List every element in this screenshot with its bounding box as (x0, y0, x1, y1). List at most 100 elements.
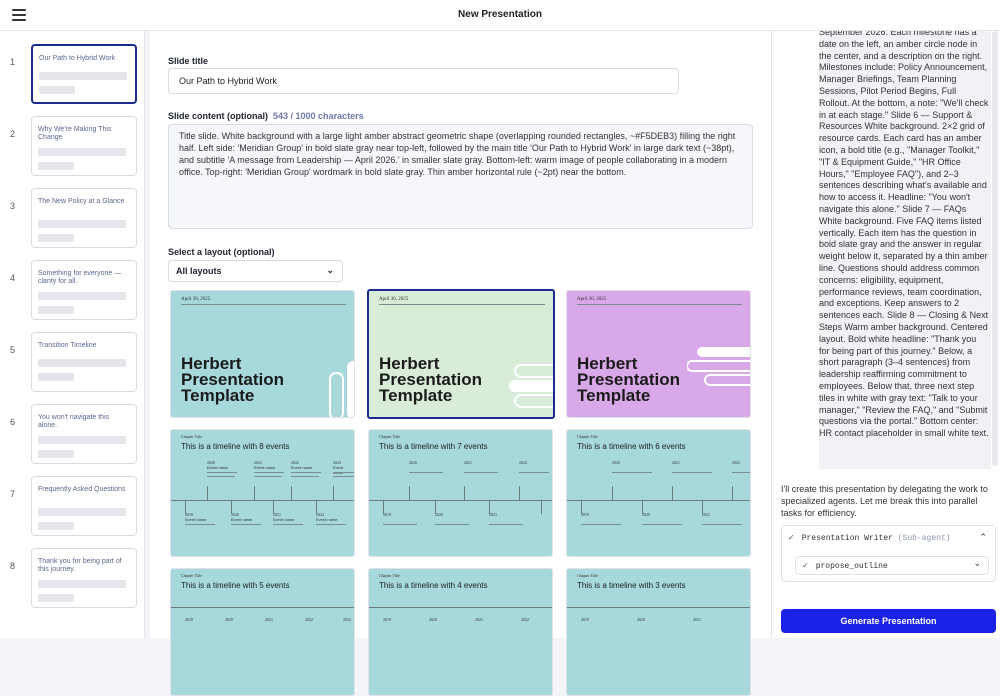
card-title: This is a timeline with 5 events (181, 581, 290, 590)
layout-card-title-3[interactable]: April 30, 2025 Herbert Presentation Temp… (566, 290, 751, 418)
card-chapter: Chapter Title (577, 573, 599, 578)
event-label: Event name (185, 517, 207, 522)
agent-tag: (Sub-agent) (897, 534, 951, 543)
event-label: Event name (207, 465, 229, 470)
event-label: Event name (254, 465, 276, 470)
user-message-bubble: September 2026. Each milestone has a dat… (819, 31, 991, 469)
year-label: 2020 (409, 460, 417, 465)
slide-content-label: Slide content (optional) 543 / 1000 char… (168, 111, 364, 121)
layout-select[interactable]: All layouts ⌄ (168, 260, 343, 282)
year-label: 2019 (185, 617, 193, 622)
card-title: Herbert Presentation Template (181, 354, 284, 405)
slide-number: 1 (10, 57, 16, 67)
slide-thumb-5[interactable]: 5 Transition Timeline (10, 332, 140, 392)
layout-card-title-2[interactable]: April 30, 2025 Herbert Presentation Temp… (367, 289, 555, 419)
deco-shape-icon (329, 361, 354, 417)
layout-card-timeline-5[interactable]: Chapter Title This is a timeline with 5 … (170, 568, 355, 696)
slide-content-textarea[interactable]: Title slide. White background with a lar… (168, 124, 753, 229)
assistant-message: I'll create this presentation by delegat… (781, 484, 988, 518)
agent-name: Presentation Writer (801, 534, 893, 543)
card-chapter: Chapter Title (181, 434, 203, 439)
slide-card[interactable]: Thank you for being part of this journey… (31, 548, 137, 608)
slide-card[interactable]: You won't navigate this alone. (31, 404, 137, 464)
year-label: 2021 (693, 617, 701, 622)
slide-number: 6 (10, 417, 16, 427)
content-label-text: Slide content (optional) (168, 111, 268, 121)
slide-thumb-title: Why We're Making This Change (38, 126, 112, 141)
event-label: Event name (273, 517, 295, 522)
card-date: April 30, 2025 (181, 297, 211, 302)
card-title: This is a timeline with 8 events (181, 442, 290, 451)
card-chapter: Chapter Title (379, 434, 401, 439)
slide-thumb-1[interactable]: 1 Our Path to Hybrid Work (10, 44, 140, 104)
card-title: This is a timeline with 7 events (379, 442, 488, 451)
layout-card-timeline-3[interactable]: Chapter Title This is a timeline with 3 … (566, 568, 751, 696)
chat-scrollbar[interactable] (992, 31, 998, 466)
deco-shape-icon (509, 364, 553, 408)
agent-card: ✓ Presentation Writer (Sub-agent) ⌃ ✓ prop… (781, 525, 996, 582)
slide-card[interactable]: Transition Timeline (31, 332, 137, 392)
chevron-down-icon: ⌄ (326, 265, 334, 275)
slide-thumb-title: Our Path to Hybrid Work (39, 55, 116, 62)
year-label: 2019 (581, 512, 589, 517)
slide-thumb-title: You won't navigate this alone. (38, 414, 110, 429)
year-label: 2021 (475, 617, 483, 622)
year-label: 2023 (343, 617, 351, 622)
slide-card[interactable]: Something for everyone — clarity for all… (31, 260, 137, 320)
slide-thumb-title: Frequently Asked Questions (38, 486, 126, 493)
slide-card[interactable]: Frequently Asked Questions (31, 476, 137, 536)
layout-card-timeline-7[interactable]: Chapter Title This is a timeline with 7 … (368, 429, 553, 557)
slide-thumb-3[interactable]: 3 The New Policy at a Glance (10, 188, 140, 248)
layout-label: Select a layout (optional) (168, 247, 275, 257)
layout-card-timeline-6[interactable]: Chapter Title This is a timeline with 6 … (566, 429, 751, 557)
slide-number: 7 (10, 489, 16, 499)
year-label: 2022 (732, 460, 740, 465)
deco-shape-icon (687, 347, 750, 386)
layout-select-value: All layouts (176, 266, 222, 276)
year-label: 2020 (637, 617, 645, 622)
slide-card[interactable]: Our Path to Hybrid Work (31, 44, 137, 104)
year-label: 2021 (702, 512, 710, 517)
year-label: 2020 (225, 617, 233, 622)
year-label: 2021 (265, 617, 273, 622)
layout-card-timeline-8[interactable]: Chapter Title This is a timeline with 8 … (170, 429, 355, 557)
year-label: 2020 (612, 460, 620, 465)
slide-thumb-2[interactable]: 2 Why We're Making This Change (10, 116, 140, 176)
card-title: This is a timeline with 4 events (379, 581, 488, 590)
layout-card-title-1[interactable]: April 30, 2025 Herbert Presentation Temp… (170, 290, 355, 418)
event-label: Event name (291, 465, 313, 470)
slide-card[interactable]: The New Policy at a Glance (31, 188, 137, 248)
slide-thumb-title: Something for everyone — clarity for all… (38, 270, 122, 285)
slide-thumb-title: Thank you for being part of this journey… (38, 558, 122, 573)
tool-call-row[interactable]: ✓ propose_outline ⌄ (795, 556, 989, 575)
chevron-up-icon[interactable]: ⌃ (979, 532, 987, 543)
slide-thumb-title: The New Policy at a Glance (38, 198, 125, 205)
user-message-text: September 2026. Each milestone has a dat… (819, 31, 989, 439)
generate-presentation-button[interactable]: Generate Presentation (781, 609, 996, 633)
check-icon: ✓ (802, 562, 809, 571)
slide-thumb-7[interactable]: 7 Frequently Asked Questions (10, 476, 140, 536)
year-label: 2020 (435, 512, 443, 517)
slide-number: 8 (10, 561, 16, 571)
year-label: 2019 (383, 617, 391, 622)
layout-card-timeline-4[interactable]: Chapter Title This is a timeline with 4 … (368, 568, 553, 696)
slide-number: 3 (10, 201, 16, 211)
slide-thumb-4[interactable]: 4 Something for everyone — clarity for al… (10, 260, 140, 320)
tool-name: propose_outline (815, 562, 888, 571)
slide-card[interactable]: Why We're Making This Change (31, 116, 137, 176)
slide-number: 2 (10, 129, 16, 139)
slide-thumb-8[interactable]: 8 Thank you for being part of this journe… (10, 548, 140, 608)
slide-number: 5 (10, 345, 16, 355)
card-title: This is a timeline with 6 events (577, 442, 686, 451)
year-label: 2021 (464, 460, 472, 465)
year-label: 2019 (581, 617, 589, 622)
event-label: Event name (316, 517, 338, 522)
slide-title-input[interactable]: Our Path to Hybrid Work (168, 68, 679, 94)
slide-number: 4 (10, 273, 16, 283)
agent-row[interactable]: ✓ Presentation Writer (Sub-agent) (788, 533, 951, 543)
char-count: 543 / 1000 characters (273, 111, 364, 121)
check-icon: ✓ (788, 534, 795, 543)
slide-thumb-6[interactable]: 6 You won't navigate this alone. (10, 404, 140, 464)
card-date: April 30, 2025 (379, 297, 409, 302)
card-date: April 30, 2025 (577, 297, 607, 302)
